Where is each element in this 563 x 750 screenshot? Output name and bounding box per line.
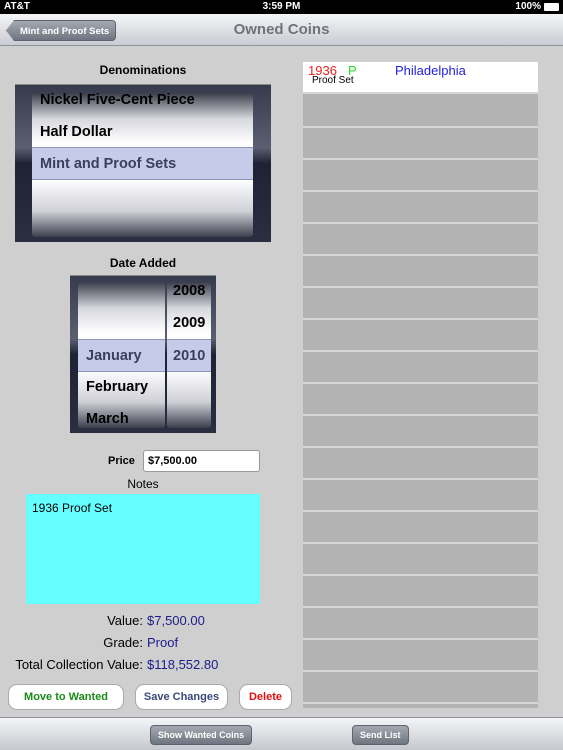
empty-row <box>303 672 538 704</box>
empty-row <box>303 448 538 480</box>
picker-row[interactable]: February <box>78 371 165 403</box>
total-label: Total Collection Value: <box>15 657 143 672</box>
price-input[interactable] <box>143 450 260 472</box>
coin-description: Proof Set <box>312 75 354 86</box>
grade-label: Grade: <box>103 635 143 650</box>
navigation-bar: Owned Coins Mint and Proof Sets <box>0 14 563 46</box>
selected-year[interactable]: 2010 <box>167 340 211 372</box>
back-button[interactable]: Mint and Proof Sets <box>6 20 117 41</box>
year-selection[interactable]: 2010 <box>167 339 211 372</box>
bottom-toolbar: Show Wanted Coins Send List <box>0 717 563 750</box>
send-list-button[interactable]: Send List <box>352 725 409 745</box>
value-label: Value: <box>107 613 143 628</box>
empty-row <box>303 352 538 384</box>
denominations-label: Denominations <box>99 63 187 77</box>
picker-row[interactable] <box>32 180 253 212</box>
move-to-wanted-button[interactable]: Move to Wanted <box>8 684 124 710</box>
selected-denomination[interactable]: Mint and Proof Sets <box>32 148 253 180</box>
empty-row <box>303 576 538 608</box>
empty-row <box>303 128 538 160</box>
save-changes-button[interactable]: Save Changes <box>135 684 228 710</box>
clock: 3:59 PM <box>262 1 301 12</box>
coin-mint-name: Philadelphia <box>395 63 466 78</box>
show-wanted-coins-button[interactable]: Show Wanted Coins <box>150 725 253 745</box>
coin-row[interactable]: 1936 P Philadelphia Proof Set <box>303 62 538 94</box>
date-picker[interactable]: February March 2008 2009 January 2010 <box>70 275 216 433</box>
empty-row <box>303 224 538 256</box>
empty-row <box>303 640 538 672</box>
selected-month[interactable]: January <box>78 340 165 372</box>
empty-row <box>303 320 538 352</box>
empty-row <box>303 544 538 576</box>
notes-label: Notes <box>127 477 159 491</box>
empty-row <box>303 160 538 192</box>
date-added-label: Date Added <box>109 256 177 270</box>
delete-button[interactable]: Delete <box>239 684 292 710</box>
empty-row <box>303 96 538 128</box>
empty-row <box>303 416 538 448</box>
battery-level: 100% <box>515 1 541 12</box>
value-amount: $7,500.00 <box>147 613 205 628</box>
empty-row <box>303 480 538 512</box>
price-label: Price <box>108 455 135 467</box>
denominations-picker[interactable]: Nickel Five-Cent Piece Half Dollar Mint … <box>15 84 271 242</box>
picker-selection[interactable]: Mint and Proof Sets <box>32 147 253 180</box>
month-selection[interactable]: January <box>78 339 165 372</box>
picker-row[interactable]: 2008 <box>167 282 211 307</box>
empty-row <box>303 512 538 544</box>
picker-row[interactable]: March <box>78 403 165 428</box>
grade-value: Proof <box>147 635 179 650</box>
battery-icon <box>544 3 559 11</box>
picker-row[interactable]: Half Dollar <box>32 116 253 148</box>
status-bar: AT&T 3:59 PM 100% <box>0 0 563 14</box>
empty-row <box>303 192 538 224</box>
empty-row <box>303 288 538 320</box>
empty-row <box>303 608 538 640</box>
notes-textarea[interactable]: 1936 Proof Set <box>26 494 260 604</box>
coin-list[interactable]: 1936 P Philadelphia Proof Set <box>303 62 538 708</box>
picker-row[interactable]: 2009 <box>167 307 211 339</box>
empty-row <box>303 256 538 288</box>
empty-row <box>303 384 538 416</box>
picker-row[interactable]: Nickel Five-Cent Piece <box>32 93 253 116</box>
total-value: $118,552.80 <box>147 657 219 672</box>
